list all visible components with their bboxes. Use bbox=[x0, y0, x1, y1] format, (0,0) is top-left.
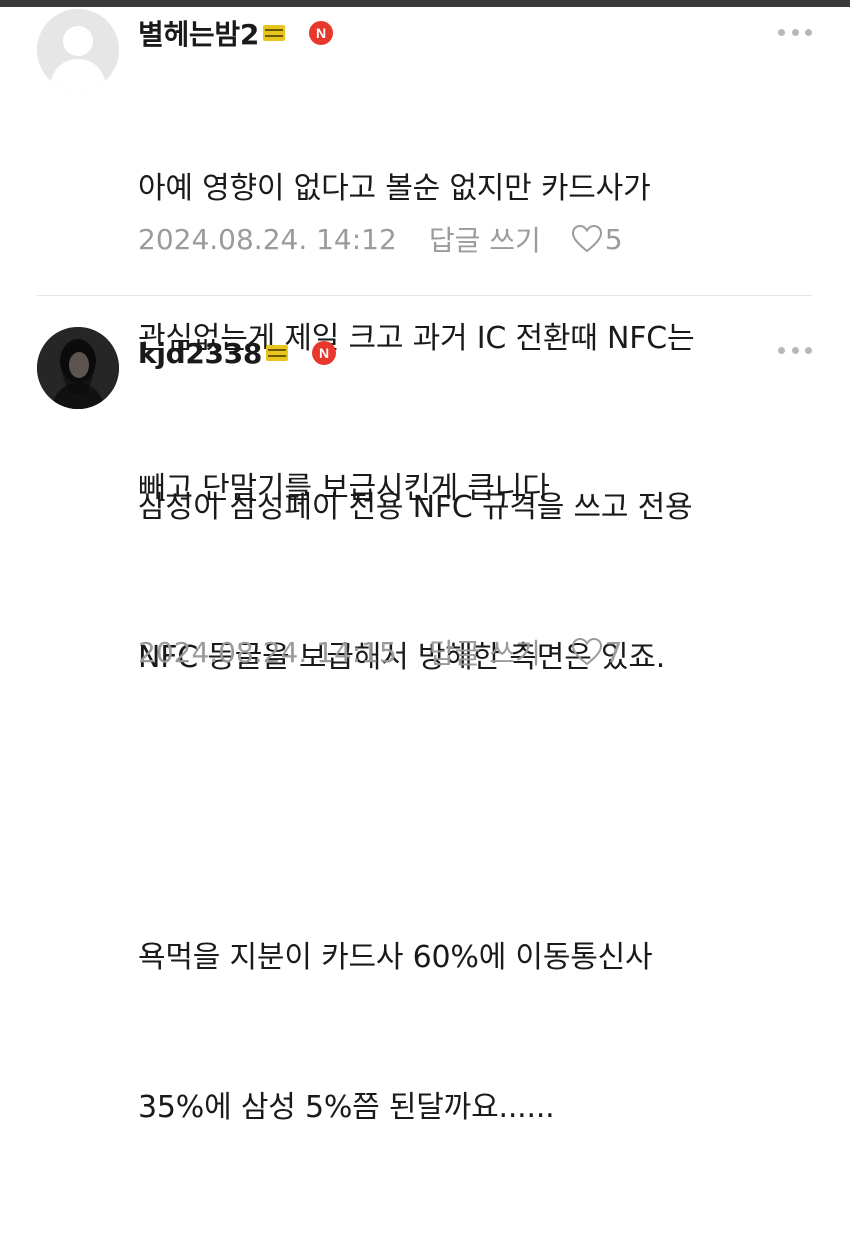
comment-line: 삼성이 삼성페이 전용 NFC 규격을 쓰고 전용 bbox=[138, 490, 693, 525]
more-dots-icon[interactable] bbox=[778, 345, 812, 355]
reply-button[interactable]: 답글 쓰기 bbox=[429, 632, 541, 672]
username-row: 별헤는밤2 N bbox=[138, 13, 334, 53]
username[interactable]: 별헤는밤2 bbox=[138, 13, 259, 53]
comment-line: 35%에 삼성 5%쯤 된달까요...... bbox=[138, 1090, 555, 1125]
top-status-strip bbox=[0, 0, 850, 7]
comment-text: 삼성이 삼성페이 전용 NFC 규격을 쓰고 전용 NFC 동글을 보급해서 방… bbox=[138, 383, 818, 1233]
comment-meta: 2024.08.24. 14:15 답글 쓰기 7 bbox=[138, 632, 623, 672]
like-button[interactable]: 5 bbox=[571, 223, 623, 256]
profile-photo-avatar-icon bbox=[37, 327, 119, 409]
member-level-icon bbox=[266, 345, 289, 361]
username[interactable]: kjd2338 bbox=[138, 337, 262, 370]
avatar[interactable] bbox=[37, 9, 119, 91]
username-row: kjd2338 N bbox=[138, 333, 337, 373]
comment-line: 아예 영향이 없다고 볼순 없지만 카드사가 bbox=[138, 171, 651, 206]
new-badge: N bbox=[312, 341, 337, 365]
comment-line bbox=[138, 783, 818, 833]
like-count: 7 bbox=[604, 635, 623, 669]
comment-line: 욕먹을 지분이 카드사 60%에 이동통신사 bbox=[138, 940, 653, 975]
like-button[interactable]: 7 bbox=[571, 636, 623, 669]
reply-button[interactable]: 답글 쓰기 bbox=[429, 219, 541, 259]
like-count: 5 bbox=[604, 222, 623, 256]
more-dots-icon[interactable] bbox=[778, 27, 812, 37]
comment-meta: 2024.08.24. 14:12 답글 쓰기 5 bbox=[138, 219, 623, 259]
new-badge: N bbox=[309, 21, 334, 45]
member-level-icon bbox=[263, 25, 286, 41]
avatar[interactable] bbox=[37, 327, 119, 409]
heart-outline-icon bbox=[571, 224, 602, 253]
heart-outline-icon bbox=[571, 637, 602, 666]
timestamp: 2024.08.24. 14:15 bbox=[138, 635, 397, 669]
timestamp: 2024.08.24. 14:12 bbox=[138, 222, 397, 256]
comment-divider bbox=[37, 295, 812, 296]
default-user-avatar-icon bbox=[37, 9, 119, 91]
